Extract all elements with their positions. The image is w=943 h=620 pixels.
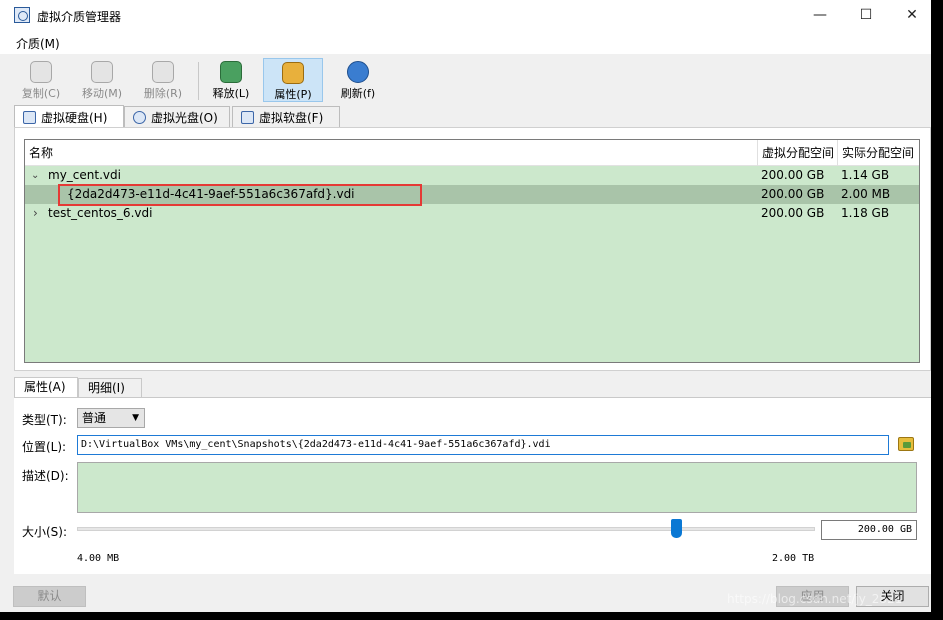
size-max-label: 2.00 TB [772, 553, 815, 564]
delete-label: 删除(R) [143, 87, 183, 100]
window-title: 虚拟介质管理器 [37, 10, 122, 24]
release-icon [220, 61, 242, 83]
row-virtual-size: 200.00 GB [761, 168, 825, 182]
type-select-value: 普通 [82, 411, 107, 425]
menu-media[interactable]: 介质(M) [16, 35, 60, 52]
description-field[interactable] [77, 462, 917, 513]
refresh-label: 刷新(f) [340, 87, 376, 100]
row-name: my_cent.vdi [48, 168, 121, 182]
apply-button[interactable]: 应用 [776, 586, 849, 607]
copy-label: 复制(C) [21, 87, 61, 100]
row-virtual-size: 200.00 GB [761, 206, 825, 220]
move-label: 移动(M) [81, 87, 123, 100]
close-button[interactable]: 关闭 [856, 586, 929, 607]
move-icon [91, 61, 113, 83]
floppy-disk-icon [241, 111, 254, 124]
tab-floppy-disks[interactable]: 虚拟软盘(F) [232, 106, 340, 128]
close-window-button[interactable]: ✕ [889, 0, 931, 30]
tab-floppy-disks-label: 虚拟软盘(F) [259, 111, 324, 125]
maximize-button[interactable]: ☐ [843, 0, 889, 30]
tab-information[interactable]: 明细(I) [78, 378, 142, 398]
tab-hard-disks-label: 虚拟硬盘(H) [41, 111, 108, 125]
location-label: 位置(L): [22, 440, 67, 454]
browse-folder-icon[interactable] [898, 437, 914, 451]
refresh-icon [347, 61, 369, 83]
row-actual-size: 1.18 GB [841, 206, 890, 220]
type-label: 类型(T): [22, 413, 67, 427]
toolbar: 复制(C) 移动(M) 删除(R) 释放(L) 属性(P) 刷新(f) [0, 54, 931, 104]
row-virtual-size: 200.00 GB [761, 187, 825, 201]
hard-disks-panel: ^ 名称 虚拟分配空间 实际分配空间 ⌄ my_cent.vdi 200.00 … [14, 127, 931, 371]
move-button[interactable]: 移动(M) [74, 58, 130, 102]
row-name: test_centos_6.vdi [48, 206, 153, 220]
description-label: 描述(D): [22, 469, 69, 483]
release-label: 释放(L) [212, 87, 250, 100]
tab-optical-discs[interactable]: 虚拟光盘(O) [124, 106, 230, 128]
minimize-button[interactable]: — [797, 0, 843, 30]
copy-button[interactable]: 复制(C) [13, 58, 69, 102]
optical-disc-icon [133, 111, 146, 124]
delete-icon [152, 61, 174, 83]
tab-optical-discs-label: 虚拟光盘(O) [151, 111, 218, 125]
hard-disk-icon [23, 111, 36, 124]
properties-icon [282, 62, 304, 84]
type-select[interactable]: 普通 ▼ [77, 408, 145, 428]
size-slider-thumb[interactable] [671, 519, 682, 538]
size-input[interactable]: 200.00 GB [821, 520, 917, 540]
expand-arrow-icon[interactable]: › [33, 204, 38, 223]
toolbar-separator [198, 62, 199, 100]
media-manager-window: 虚拟介质管理器 — ☐ ✕ 介质(M) 复制(C) 移动(M) 删除(R) 释放… [0, 0, 931, 612]
copy-icon [30, 61, 52, 83]
table-row[interactable]: ⌄ my_cent.vdi 200.00 GB 1.14 GB [25, 166, 919, 185]
tab-attributes[interactable]: 属性(A) [14, 377, 78, 399]
table-header: ^ 名称 虚拟分配空间 实际分配空间 [25, 140, 919, 166]
chevron-down-icon: ▼ [132, 413, 139, 423]
row-actual-size: 1.14 GB [841, 168, 890, 182]
collapse-arrow-icon[interactable]: ⌄ [31, 166, 39, 185]
release-button[interactable]: 释放(L) [203, 58, 259, 102]
size-label: 大小(S): [22, 525, 68, 539]
column-header-name[interactable]: 名称 [25, 140, 757, 166]
table-row[interactable]: › test_centos_6.vdi 200.00 GB 1.18 GB [25, 204, 919, 223]
refresh-button[interactable]: 刷新(f) [330, 58, 386, 102]
row-name: {2da2d473-e11d-4c41-9aef-551a6c367afd}.v… [67, 187, 355, 201]
media-tree-table[interactable]: ^ 名称 虚拟分配空间 实际分配空间 ⌄ my_cent.vdi 200.00 … [24, 139, 920, 363]
virtualbox-app-icon [14, 7, 30, 23]
delete-button[interactable]: 删除(R) [135, 58, 191, 102]
size-min-label: 4.00 MB [77, 553, 120, 564]
reset-button[interactable]: 默认 [13, 586, 86, 607]
properties-button[interactable]: 属性(P) [263, 58, 323, 102]
properties-label: 属性(P) [274, 88, 312, 101]
tab-hard-disks[interactable]: 虚拟硬盘(H) [14, 105, 124, 129]
column-header-virtual-size[interactable]: 虚拟分配空间 [757, 140, 837, 166]
row-actual-size: 2.00 MB [841, 187, 891, 201]
menu-bar: 介质(M) [0, 30, 931, 54]
column-header-actual-size[interactable]: 实际分配空间 [837, 140, 919, 166]
size-slider-track[interactable] [77, 527, 815, 531]
table-row-selected[interactable]: {2da2d473-e11d-4c41-9aef-551a6c367afd}.v… [25, 185, 919, 204]
location-field[interactable]: D:\VirtualBox VMs\my_cent\Snapshots\{2da… [77, 435, 889, 455]
title-bar: 虚拟介质管理器 — ☐ ✕ [0, 0, 931, 30]
